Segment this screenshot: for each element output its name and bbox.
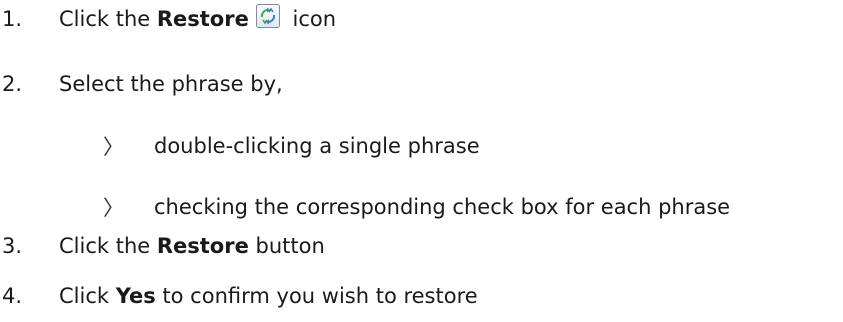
step-text: Click (59, 284, 116, 308)
sub-bullet-text: double-clicking a single phrase (154, 134, 480, 158)
step-bold-text: Restore (156, 234, 249, 258)
step-text: button (248, 234, 325, 258)
step-bold-text: Yes (115, 284, 156, 308)
step-text: Select the phrase by, (59, 72, 283, 96)
step-bold-text: Restore (156, 7, 249, 31)
step-text: Click the (59, 7, 157, 31)
restore-recycle-icon (255, 4, 280, 28)
chevron-right-icon: 〉 (103, 196, 124, 220)
step-number: 1. (2, 7, 23, 31)
sub-bullet-text: checking the corresponding check box for… (154, 195, 731, 219)
step-text: to confirm you wish to restore (155, 284, 478, 308)
step-number: 2. (2, 72, 23, 96)
instruction-list: 1. Click the Restore icon 2. Select the … (0, 0, 843, 322)
step-number: 4. (2, 284, 23, 308)
step-number: 3. (2, 234, 23, 258)
step-text: icon (285, 7, 337, 31)
step-text: Click the (59, 234, 157, 258)
chevron-right-icon: 〉 (103, 135, 124, 159)
